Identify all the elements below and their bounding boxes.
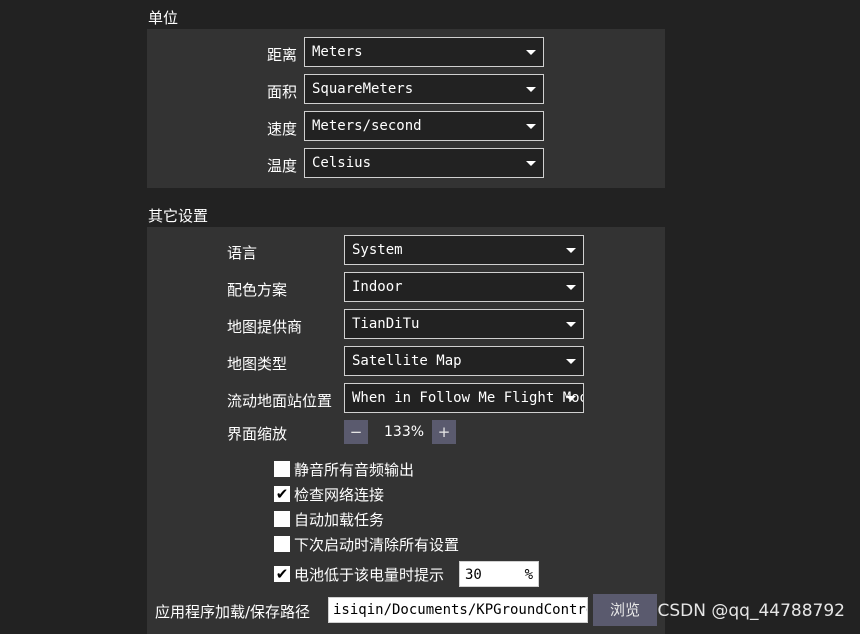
units-panel: 距离 Meters 面积 SquareMeters 速度 Meters/seco…	[147, 29, 665, 188]
dropdown-arrow-icon	[566, 359, 576, 364]
battery-warning-label: 电池低于该电量时提示	[294, 566, 445, 584]
color-scheme-value: Indoor	[352, 279, 403, 295]
battery-percent-input[interactable]: 30 %	[459, 561, 539, 587]
temperature-select[interactable]: Celsius	[304, 148, 544, 178]
speed-select[interactable]: Meters/second	[304, 111, 544, 141]
scale-decrease-button[interactable]: −	[344, 420, 368, 444]
browse-button[interactable]: 浏览	[593, 594, 657, 626]
map-provider-value: TianDiTu	[352, 316, 420, 332]
ui-scale-label: 界面缩放	[227, 425, 288, 443]
streaming-gcs-position-label: 流动地面站位置	[227, 392, 333, 410]
other-panel: 语言 System 配色方案 Indoor 地图提供商 TianDiTu 地图类…	[147, 227, 665, 634]
distance-select[interactable]: Meters	[304, 37, 544, 67]
watermark: CSDN @qq_44788792	[657, 601, 845, 621]
map-type-value: Satellite Map	[352, 353, 462, 369]
area-select[interactable]: SquareMeters	[304, 74, 544, 104]
checkmark-icon: ✔	[275, 485, 289, 503]
map-provider-select[interactable]: TianDiTu	[344, 309, 584, 339]
units-section-title: 单位	[148, 9, 179, 27]
scale-value: 133%	[384, 424, 425, 440]
mute-audio-checkbox[interactable]	[274, 461, 290, 477]
autoload-missions-checkbox[interactable]	[274, 511, 290, 527]
scale-increase-button[interactable]: +	[432, 420, 456, 444]
map-type-select[interactable]: Satellite Map	[344, 346, 584, 376]
streaming-gcs-position-select[interactable]: When in Follow Me Flight Mode	[344, 383, 584, 413]
dropdown-arrow-icon	[526, 124, 536, 129]
clear-settings-label: 下次启动时清除所有设置	[294, 536, 460, 554]
dropdown-arrow-icon	[566, 285, 576, 290]
dropdown-arrow-icon	[526, 50, 536, 55]
color-scheme-select[interactable]: Indoor	[344, 272, 584, 302]
dropdown-arrow-icon	[526, 87, 536, 92]
save-path-label: 应用程序加载/保存路径	[155, 603, 311, 621]
dropdown-arrow-icon	[566, 322, 576, 327]
check-network-label: 检查网络连接	[294, 486, 385, 504]
temperature-label: 温度	[267, 157, 298, 175]
dropdown-arrow-icon	[526, 161, 536, 166]
other-section-title: 其它设置	[148, 207, 209, 225]
language-label: 语言	[227, 244, 258, 262]
battery-warning-checkbox[interactable]: ✔	[274, 566, 290, 582]
area-value: SquareMeters	[312, 81, 414, 97]
dropdown-arrow-icon	[566, 396, 576, 401]
distance-value: Meters	[312, 44, 363, 60]
battery-percent-value: 30	[465, 567, 482, 583]
speed-value: Meters/second	[312, 118, 422, 134]
check-network-checkbox[interactable]: ✔	[274, 486, 290, 502]
temperature-value: Celsius	[312, 155, 372, 171]
battery-percent-unit: %	[524, 567, 533, 583]
streaming-gcs-position-value: When in Follow Me Flight Mode	[352, 390, 583, 406]
distance-label: 距离	[267, 46, 298, 64]
checkmark-icon: ✔	[275, 565, 289, 583]
dropdown-arrow-icon	[566, 248, 576, 253]
language-value: System	[352, 242, 403, 258]
color-scheme-label: 配色方案	[227, 281, 288, 299]
autoload-missions-label: 自动加载任务	[294, 511, 385, 529]
map-provider-label: 地图提供商	[227, 318, 303, 336]
map-type-label: 地图类型	[227, 355, 288, 373]
mute-audio-label: 静音所有音频输出	[294, 461, 415, 479]
clear-settings-checkbox[interactable]	[274, 536, 290, 552]
language-select[interactable]: System	[344, 235, 584, 265]
save-path-input[interactable]: isiqin/Documents/KPGroundControl	[328, 597, 588, 623]
speed-label: 速度	[267, 120, 298, 138]
area-label: 面积	[267, 83, 298, 101]
